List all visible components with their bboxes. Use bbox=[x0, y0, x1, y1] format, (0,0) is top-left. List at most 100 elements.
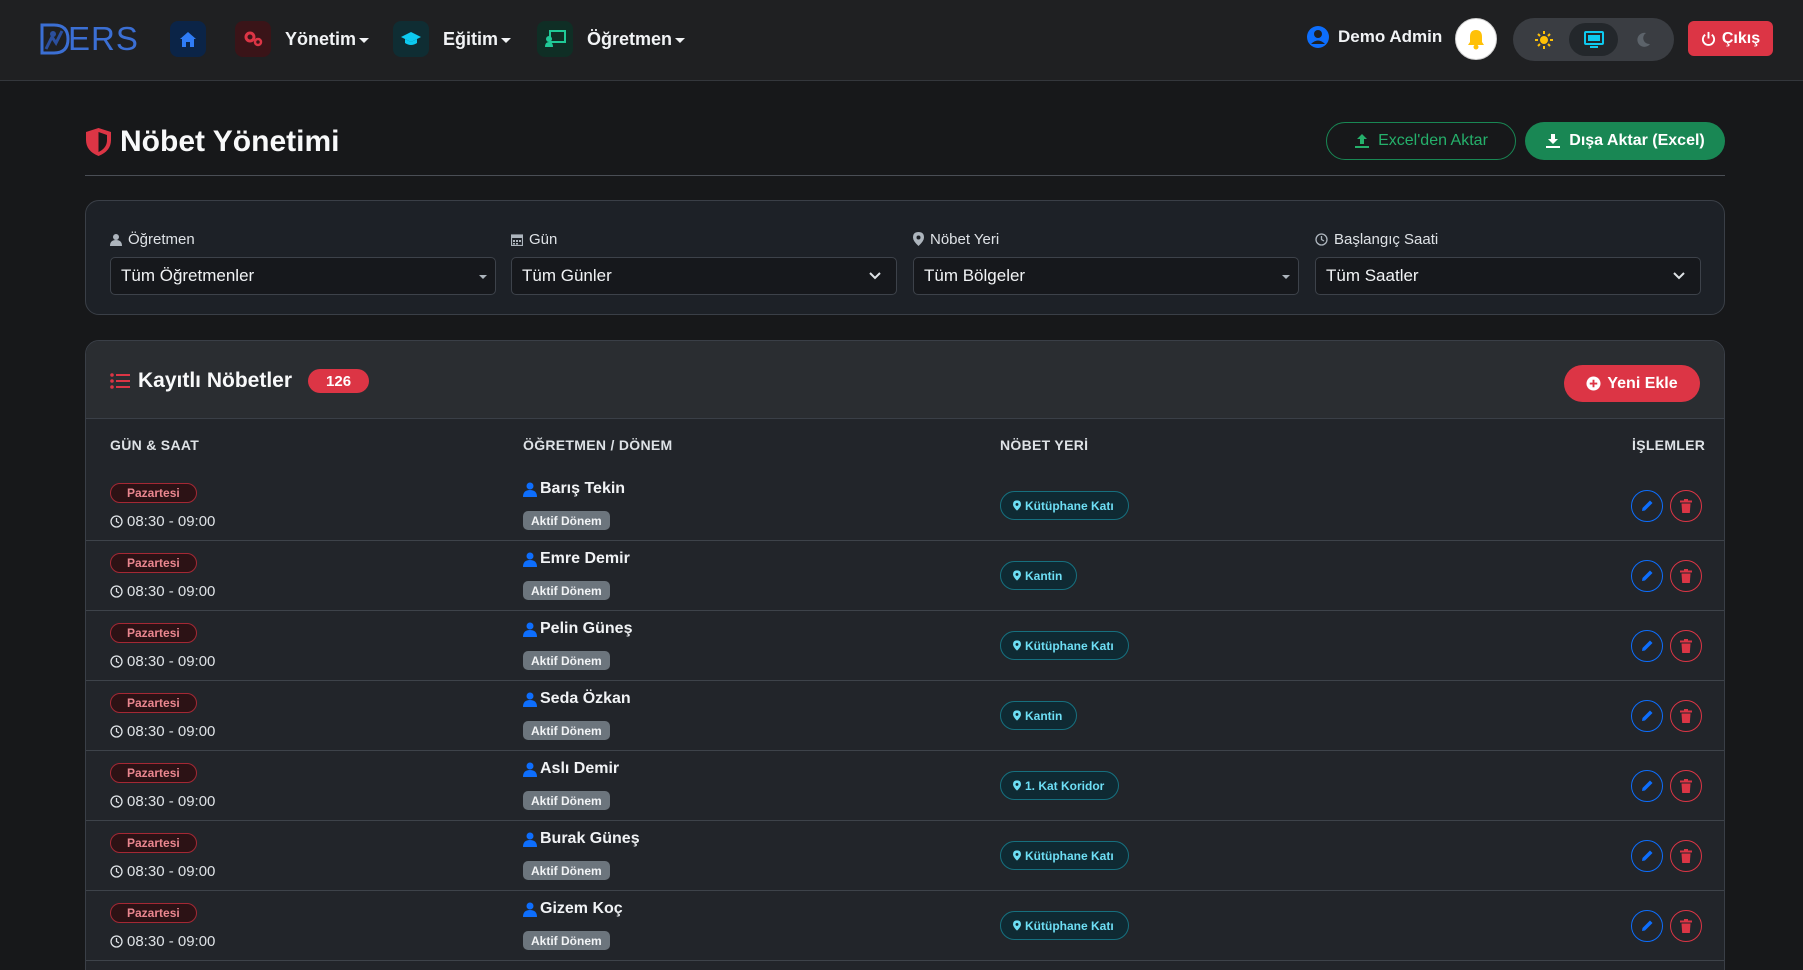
period-badge: Aktif Dönem bbox=[523, 931, 610, 950]
delete-button[interactable] bbox=[1670, 700, 1702, 732]
brand-mark-icon bbox=[40, 23, 70, 55]
day-select[interactable]: Tüm Günler bbox=[511, 257, 897, 295]
download-icon bbox=[1546, 134, 1561, 148]
chevron-down-icon bbox=[869, 272, 881, 280]
sun-icon bbox=[1534, 30, 1553, 49]
list-title-text: Kayıtlı Nöbetler bbox=[138, 369, 293, 392]
day-badge: Pazartesi bbox=[110, 483, 197, 503]
pencil-icon bbox=[1642, 780, 1653, 791]
theme-light-button[interactable] bbox=[1519, 23, 1569, 56]
map-marker-icon bbox=[1013, 640, 1021, 651]
teacher-name-text: Pelin Güneş bbox=[540, 620, 633, 637]
trash-icon bbox=[1680, 849, 1692, 863]
time-text: 08:30 - 09:00 bbox=[127, 793, 216, 810]
pencil-icon bbox=[1642, 920, 1653, 931]
time-range: 08:30 - 09:00 bbox=[110, 653, 215, 670]
teacher-name: Emre Demir bbox=[523, 550, 630, 568]
edit-button[interactable] bbox=[1631, 840, 1663, 872]
time-range: 08:30 - 09:00 bbox=[110, 933, 215, 950]
delete-button[interactable] bbox=[1670, 840, 1702, 872]
export-excel-button[interactable]: Dışa Aktar (Excel) bbox=[1525, 122, 1725, 160]
filter-label-text: Öğretmen bbox=[128, 230, 195, 248]
table-row: Pazartesi 08:30 - 09:00 Aslı Demir Aktif… bbox=[86, 751, 1724, 821]
time-text: 08:30 - 09:00 bbox=[127, 583, 216, 600]
start-time-select[interactable]: Tüm Saatler bbox=[1315, 257, 1701, 295]
table-header: GÜN & SAAT ÖĞRETMEN / DÖNEM NÖBET YERİ İ… bbox=[86, 419, 1724, 471]
power-icon bbox=[1701, 31, 1715, 46]
location-badge: Kütüphane Katı bbox=[1000, 631, 1129, 660]
nav-label: Eğitim bbox=[443, 28, 499, 49]
map-marker-icon bbox=[1013, 710, 1021, 721]
nav-menu-egitim[interactable]: Eğitim bbox=[393, 20, 512, 58]
nav-menu-yonetim[interactable]: Yönetim bbox=[235, 20, 370, 58]
period-badge: Aktif Dönem bbox=[523, 651, 610, 670]
col-teacher: ÖĞRETMEN / DÖNEM bbox=[523, 437, 673, 453]
theme-switcher bbox=[1513, 18, 1674, 61]
clock-icon bbox=[110, 865, 123, 878]
filter-label-text: Başlangıç Saati bbox=[1334, 230, 1439, 248]
edit-button[interactable] bbox=[1631, 910, 1663, 942]
delete-button[interactable] bbox=[1670, 910, 1702, 942]
place-select[interactable]: Tüm Bölgeler bbox=[913, 257, 1299, 295]
shield-icon bbox=[86, 128, 111, 156]
location-badge: Kantin bbox=[1000, 561, 1078, 590]
add-new-button[interactable]: Yeni Ekle bbox=[1564, 365, 1700, 402]
delete-button[interactable] bbox=[1670, 490, 1702, 522]
select-caret-icon bbox=[479, 275, 487, 279]
pencil-icon bbox=[1642, 710, 1653, 721]
edit-button[interactable] bbox=[1631, 490, 1663, 522]
day-badge: Pazartesi bbox=[110, 623, 197, 643]
trash-icon bbox=[1680, 919, 1692, 933]
period-badge: Aktif Dönem bbox=[523, 791, 610, 810]
edit-button[interactable] bbox=[1631, 560, 1663, 592]
map-marker-icon bbox=[1013, 570, 1021, 581]
day-select-value: Tüm Günler bbox=[522, 266, 612, 285]
filter-start-time: Başlangıç Saati Tüm Saatler bbox=[1315, 229, 1701, 295]
home-icon bbox=[170, 21, 206, 57]
teacher-name: Seda Özkan bbox=[523, 690, 631, 708]
place-select-value: Tüm Bölgeler bbox=[924, 266, 1026, 285]
logout-button[interactable]: Çıkış bbox=[1688, 21, 1773, 56]
edit-button[interactable] bbox=[1631, 700, 1663, 732]
delete-button[interactable] bbox=[1670, 630, 1702, 662]
plus-circle-icon bbox=[1586, 376, 1601, 391]
teacher-name: Barış Tekin bbox=[523, 480, 625, 498]
teacher-select[interactable]: Tüm Öğretmenler bbox=[110, 257, 496, 295]
time-range: 08:30 - 09:00 bbox=[110, 793, 215, 810]
theme-system-button[interactable] bbox=[1568, 23, 1619, 56]
teacher-name: Gizem Koç bbox=[523, 900, 623, 918]
nav-menu-ogretmen[interactable]: Öğretmen bbox=[537, 20, 686, 58]
add-new-label: Yeni Ekle bbox=[1607, 374, 1678, 392]
table-body: Pazartesi 08:30 - 09:00 Barış Tekin Akti… bbox=[86, 471, 1724, 961]
user-menu[interactable]: Demo Admin bbox=[1306, 25, 1442, 49]
period-badge: Aktif Dönem bbox=[523, 511, 610, 530]
day-badge: Pazartesi bbox=[110, 763, 197, 783]
edit-button[interactable] bbox=[1631, 770, 1663, 802]
user-icon bbox=[523, 692, 537, 707]
location-text: Kütüphane Katı bbox=[1025, 848, 1114, 863]
gears-icon bbox=[235, 21, 271, 57]
time-text: 08:30 - 09:00 bbox=[127, 933, 216, 950]
day-badge: Pazartesi bbox=[110, 833, 197, 853]
filter-place-label: Nöbet Yeri bbox=[913, 229, 1299, 249]
teacher-name-text: Barış Tekin bbox=[540, 480, 626, 497]
teacher-name-text: Gizem Koç bbox=[540, 900, 623, 917]
user-icon bbox=[110, 233, 122, 246]
import-excel-button[interactable]: Excel'den Aktar bbox=[1326, 122, 1516, 160]
notifications-button[interactable] bbox=[1455, 18, 1497, 60]
nav-home[interactable] bbox=[170, 20, 206, 58]
theme-dark-button[interactable] bbox=[1618, 23, 1668, 56]
teacher-name-text: Emre Demir bbox=[540, 550, 630, 567]
user-icon bbox=[523, 762, 537, 777]
map-marker-icon bbox=[1013, 500, 1021, 511]
brand-text: ERS bbox=[68, 20, 139, 57]
brand-logo[interactable]: ERS bbox=[40, 20, 139, 57]
delete-button[interactable] bbox=[1670, 770, 1702, 802]
edit-button[interactable] bbox=[1631, 630, 1663, 662]
user-icon bbox=[523, 622, 537, 637]
time-range: 08:30 - 09:00 bbox=[110, 513, 215, 530]
teacher-name: Burak Güneş bbox=[523, 830, 640, 848]
col-day-time: GÜN & SAAT bbox=[110, 437, 200, 453]
delete-button[interactable] bbox=[1670, 560, 1702, 592]
logout-label: Çıkış bbox=[1721, 29, 1761, 47]
